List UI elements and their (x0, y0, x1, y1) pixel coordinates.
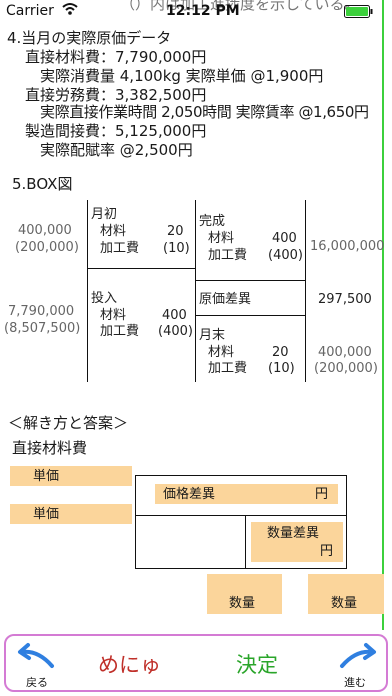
box-right-divider-1 (195, 280, 305, 281)
unit-price-field-1[interactable]: 単価 (10, 466, 132, 486)
box-center-line (195, 200, 196, 382)
carrier-label: Carrier (6, 3, 54, 19)
quantity-variance-field[interactable]: 数量差異 円 (251, 522, 343, 562)
status-bar: Carrier （）内は加工進捗度を示している。 12:12 PM (0, 0, 392, 22)
solution-subheading: 直接材料費 (12, 439, 88, 457)
material-detail: 実際消費量 4,100kg 実際単価 @1,900円 (40, 67, 324, 85)
begin-process-label: 加工費 (100, 241, 140, 256)
input-material-label: 材料 (100, 308, 127, 323)
quantity-label-1: 数量 (229, 596, 256, 611)
variance-box-vertical (245, 515, 246, 569)
unit-price-field-2[interactable]: 単価 (10, 504, 132, 524)
end-label: 月末 (199, 328, 226, 343)
begin-material-value: 20 (167, 224, 184, 239)
decide-button[interactable]: 決定 (236, 649, 278, 679)
box-right-divider-2 (195, 315, 305, 316)
done-process-label: 加工費 (208, 248, 248, 263)
done-process-value: (400) (268, 248, 303, 263)
right-border-line (382, 0, 384, 630)
wifi-icon (62, 2, 78, 20)
left-bottom-paren: (8,507,500) (4, 321, 81, 336)
box-left-line (87, 200, 88, 382)
box-right-line (305, 200, 306, 382)
box-title: 5.BOX図 (12, 175, 73, 193)
end-paren: (200,000) (314, 361, 378, 376)
material-cost: 直接材料費：7,790,000円 (25, 48, 207, 66)
status-time: 12:12 PM (166, 3, 240, 19)
overhead-detail: 実際配賦率 @2,500円 (40, 141, 193, 159)
end-material-value: 20 (272, 345, 289, 360)
quantity-field-1[interactable]: 数量 (207, 574, 282, 614)
arrow-right-icon (338, 642, 378, 676)
menu-button[interactable]: めにゅ (98, 649, 161, 679)
end-material-label: 材料 (208, 345, 235, 360)
back-label: 戻る (26, 676, 48, 689)
left-bottom-amount: 7,790,000 (8, 304, 75, 319)
arrow-left-icon (16, 642, 56, 676)
quantity-variance-label: 数量差異 (267, 526, 320, 541)
end-process-value: (10) (268, 361, 295, 376)
done-amount: 16,000,000 (310, 239, 385, 254)
done-material-label: 材料 (208, 231, 235, 246)
next-label: 進む (344, 676, 366, 689)
left-top-paren: (200,000) (15, 240, 79, 255)
begin-label: 月初 (91, 207, 118, 222)
box-left-divider (87, 268, 195, 269)
quantity-label-2: 数量 (331, 596, 358, 611)
input-label: 投入 (91, 291, 118, 306)
unit-price-label-1: 単価 (33, 469, 60, 484)
quantity-variance-unit: 円 (320, 544, 334, 559)
done-label: 完成 (199, 214, 226, 229)
input-process-label: 加工費 (100, 324, 140, 339)
end-amount: 400,000 (318, 345, 372, 360)
next-button[interactable]: 進む (336, 642, 382, 690)
bottom-nav-bar: 戻る めにゅ 決定 進む (4, 634, 388, 692)
variance-box-divider (135, 515, 347, 516)
input-process-value: (400) (158, 324, 193, 339)
price-variance-unit: 円 (315, 487, 329, 502)
variance-amount: 297,500 (318, 292, 372, 307)
price-variance-label: 価格差異 (163, 487, 216, 502)
partial-header-text: （）内は加工進捗度を示している。 (120, 0, 360, 13)
done-material-value: 400 (272, 231, 297, 246)
battery-icon (344, 5, 374, 22)
unit-price-label-2: 単価 (33, 507, 60, 522)
input-material-value: 400 (162, 308, 187, 323)
quantity-field-2[interactable]: 数量 (308, 574, 384, 614)
left-top-amount: 400,000 (18, 223, 72, 238)
variance-label: 原価差異 (199, 292, 252, 307)
section4-title: 4.当月の実際原価データ (7, 29, 172, 47)
begin-material-label: 材料 (100, 224, 127, 239)
end-process-label: 加工費 (208, 361, 248, 376)
labor-detail: 実際直接作業時間 2,050時間 実際賃率 @1,650円 (40, 103, 369, 121)
back-button[interactable]: 戻る (16, 642, 58, 690)
overhead-cost: 製造間接費：5,125,000円 (25, 122, 207, 140)
solution-heading: ＜解き方と答案＞ (8, 414, 129, 432)
begin-process-value: (10) (163, 241, 190, 256)
price-variance-field[interactable]: 価格差異 円 (155, 484, 338, 504)
